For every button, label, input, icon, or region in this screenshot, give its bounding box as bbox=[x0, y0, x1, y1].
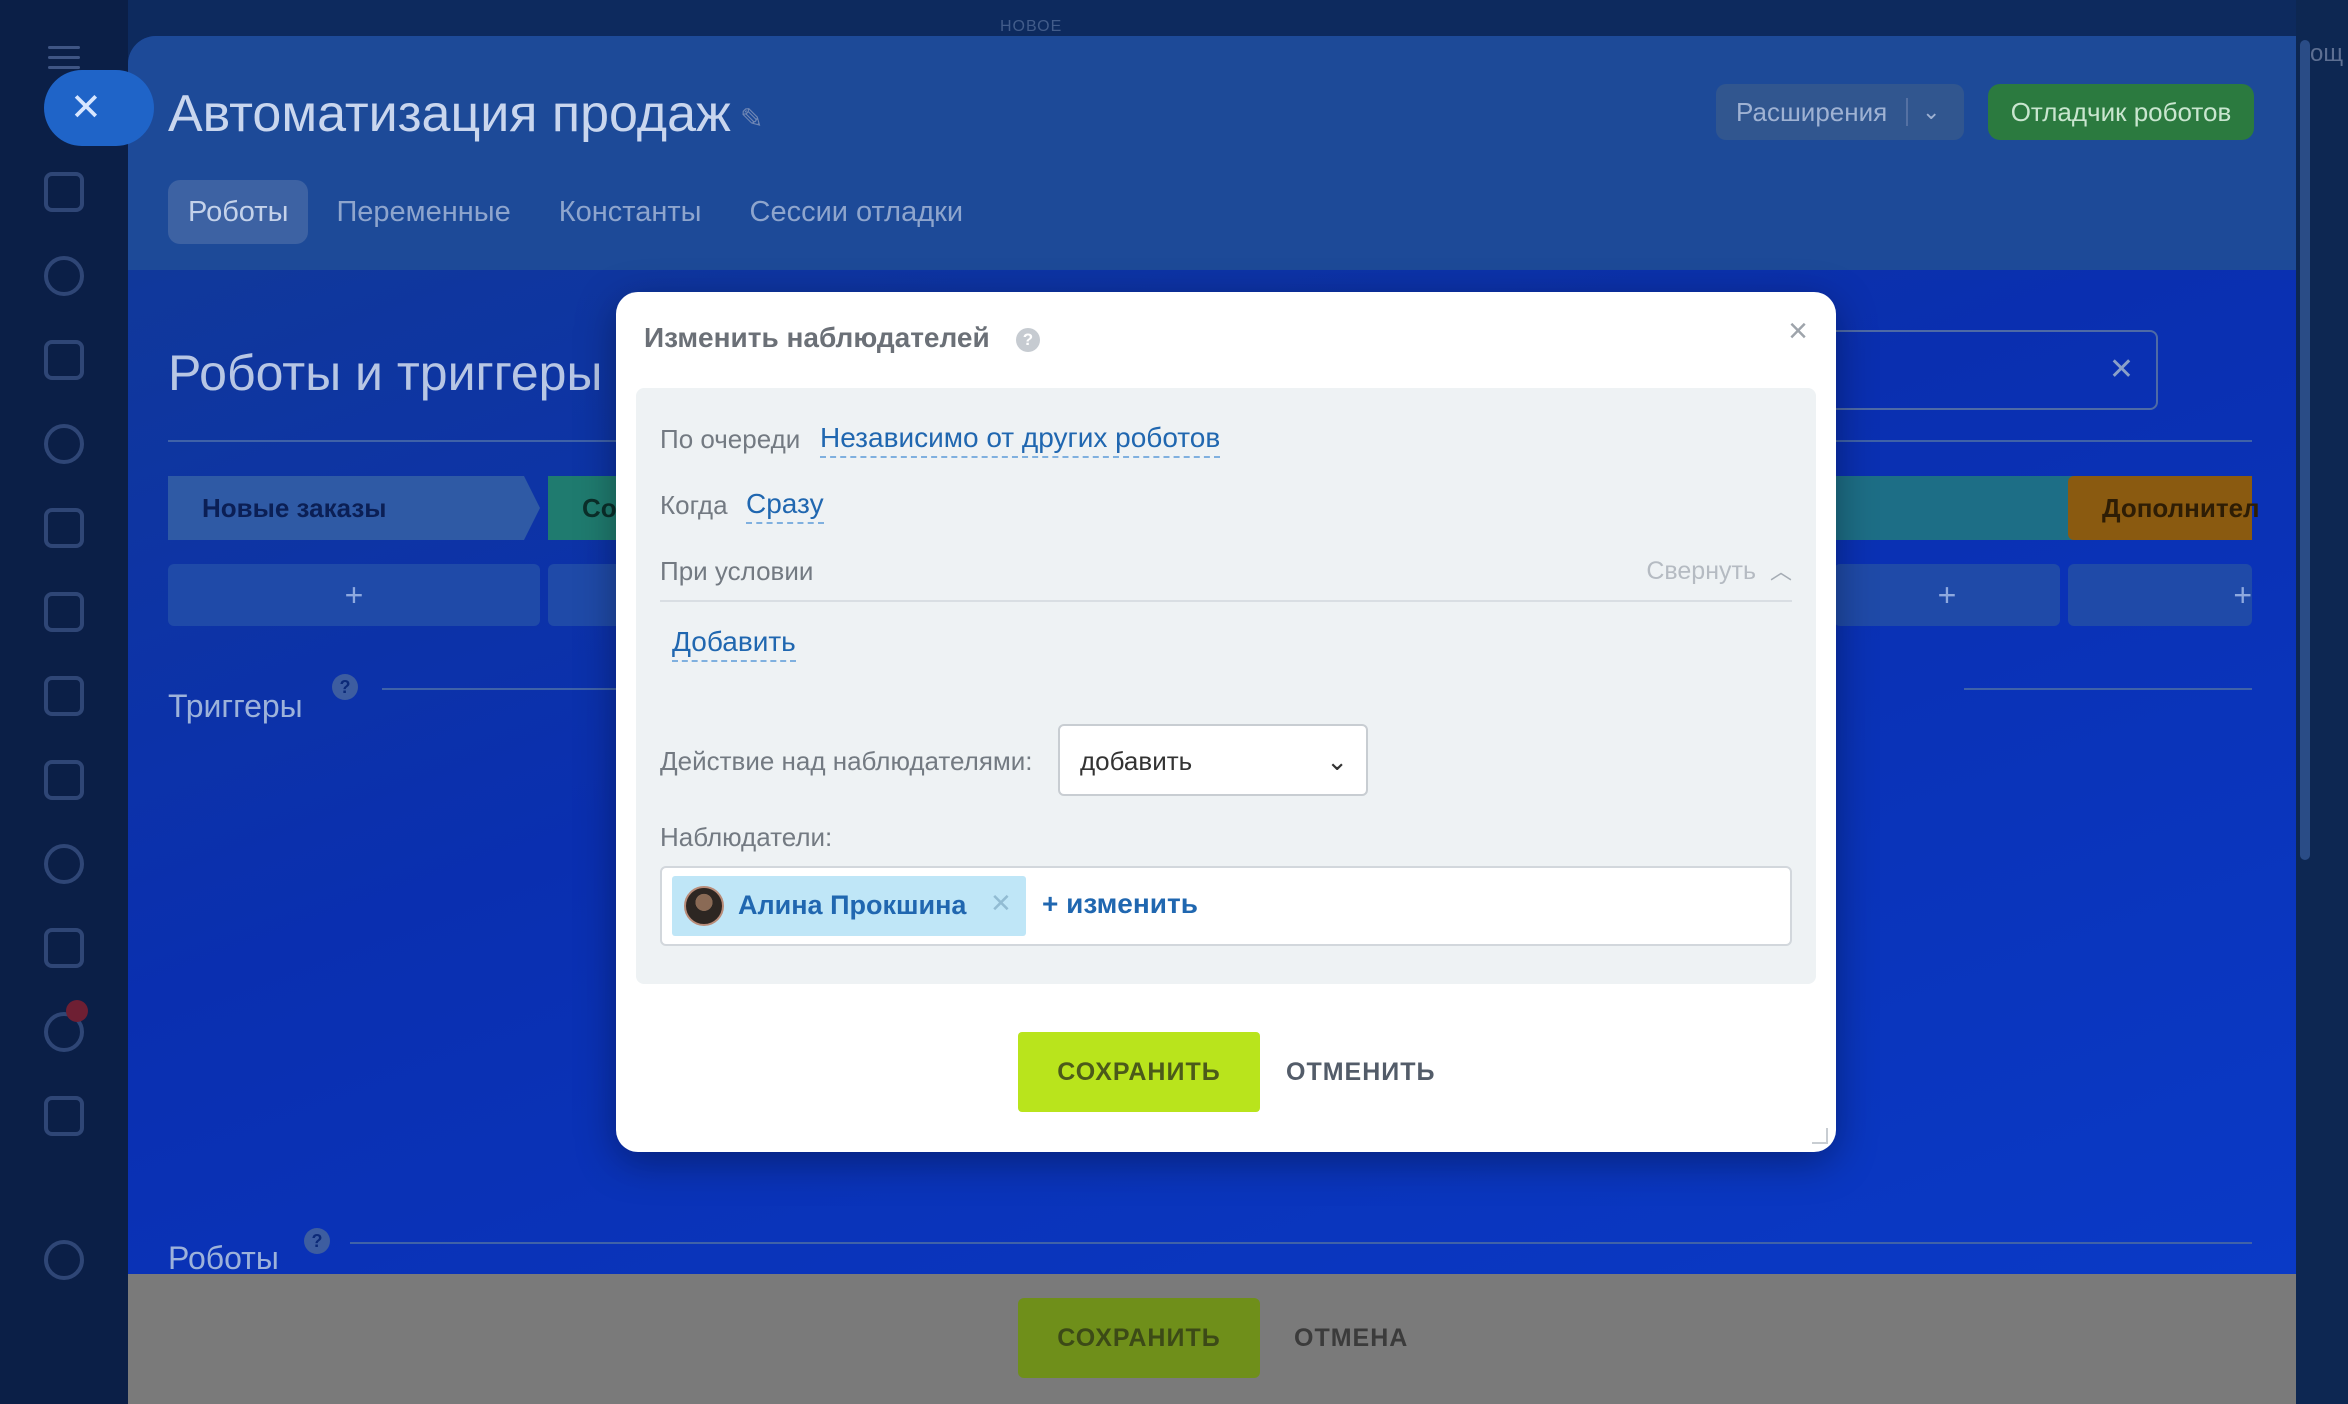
divider bbox=[1906, 98, 1908, 126]
help-icon[interactable]: ? bbox=[332, 674, 358, 700]
action-label: Действие над наблюдателями: bbox=[660, 746, 1033, 776]
tab-robots[interactable]: Роботы bbox=[168, 180, 309, 244]
extensions-button[interactable]: Расширения ⌄ bbox=[1716, 84, 1964, 140]
queue-label: По очереди bbox=[660, 424, 801, 454]
dialog-title: Изменить наблюдателей bbox=[644, 322, 990, 353]
panel-header: Автоматизация продаж ✎ Расширения ⌄ Отла… bbox=[128, 36, 2296, 270]
search-input[interactable]: ✕ bbox=[1828, 330, 2158, 410]
add-trigger-button[interactable]: + bbox=[168, 564, 540, 626]
home-icon[interactable] bbox=[44, 172, 84, 212]
triggers-heading: Триггеры bbox=[168, 688, 303, 724]
avatar bbox=[684, 886, 724, 926]
background-text: ощ bbox=[2310, 40, 2344, 67]
action-select[interactable]: добавить ⌄ bbox=[1058, 724, 1368, 796]
cancel-button[interactable]: ОТМЕНА bbox=[1294, 1298, 1408, 1378]
users-icon[interactable] bbox=[44, 844, 84, 884]
close-icon[interactable]: ✕ bbox=[44, 70, 154, 146]
action-select-value: добавить bbox=[1080, 746, 1193, 776]
add-trigger-button[interactable]: + bbox=[1834, 564, 2060, 626]
add-trigger-button[interactable]: + bbox=[2068, 564, 2252, 626]
tabs: Роботы Переменные Константы Сессии отлад… bbox=[168, 180, 983, 244]
chevron-up-icon: ︿ bbox=[1769, 559, 1792, 584]
tab-constants[interactable]: Константы bbox=[539, 180, 722, 244]
drive-icon[interactable] bbox=[44, 676, 84, 716]
crm-icon[interactable] bbox=[44, 256, 84, 296]
clear-icon[interactable]: ✕ bbox=[2109, 352, 2134, 387]
collapse-label: Свернуть bbox=[1646, 557, 1756, 585]
help-icon[interactable]: ? bbox=[304, 1228, 330, 1254]
observers-field[interactable]: Алина Прокшина ✕ + изменить bbox=[660, 866, 1792, 946]
observer-chip: Алина Прокшина ✕ bbox=[672, 876, 1026, 936]
when-label: Когда bbox=[660, 490, 728, 520]
document-icon[interactable] bbox=[44, 592, 84, 632]
chevron-down-icon: ⌄ bbox=[1326, 746, 1348, 776]
cancel-button[interactable]: ОТМЕНИТЬ bbox=[1286, 1032, 1435, 1112]
observer-name[interactable]: Алина Прокшина bbox=[738, 890, 966, 921]
queue-link[interactable]: Независимо от других роботов bbox=[820, 422, 1221, 458]
close-icon[interactable]: × bbox=[1788, 312, 1808, 351]
save-button[interactable]: СОХРАНИТЬ bbox=[1018, 1032, 1260, 1112]
chat-icon[interactable] bbox=[44, 424, 84, 464]
stage-additional[interactable]: Дополнител bbox=[2068, 476, 2260, 540]
chevron-down-icon[interactable]: ⌄ bbox=[1922, 84, 1940, 140]
robots-heading: Роботы bbox=[168, 1240, 279, 1276]
extensions-label: Расширения bbox=[1736, 97, 1888, 127]
help-icon[interactable]: ? bbox=[1016, 328, 1040, 352]
section-title: Роботы и триггеры bbox=[168, 345, 603, 401]
left-navigation bbox=[0, 0, 128, 1404]
resize-handle-icon[interactable] bbox=[1812, 1128, 1828, 1144]
page-title: Автоматизация продаж bbox=[168, 85, 731, 143]
edit-icon[interactable] bbox=[44, 928, 84, 968]
feed-icon[interactable] bbox=[44, 340, 84, 380]
stage-new-orders[interactable]: Новые заказы bbox=[168, 476, 540, 540]
mail-icon[interactable] bbox=[44, 760, 84, 800]
right-strip: ощ bbox=[2296, 0, 2348, 1404]
change-observers-dialog: Изменить наблюдателей ? × По очереди Нез… bbox=[616, 292, 1836, 1152]
condition-label: При условии bbox=[660, 556, 814, 586]
add-condition-link[interactable]: Добавить bbox=[672, 626, 796, 662]
new-label: НОВОЕ bbox=[1000, 18, 1063, 35]
remove-icon[interactable]: ✕ bbox=[990, 888, 1012, 919]
robot-debugger-button[interactable]: Отладчик роботов bbox=[1988, 84, 2254, 140]
scrollbar[interactable] bbox=[2300, 40, 2310, 860]
divider bbox=[1964, 688, 2252, 690]
tasks-icon[interactable] bbox=[44, 1096, 84, 1136]
dialog-body: По очереди Независимо от других роботов … bbox=[636, 388, 1816, 984]
divider bbox=[660, 600, 1792, 602]
when-link[interactable]: Сразу bbox=[746, 488, 824, 524]
calendar-icon[interactable] bbox=[44, 508, 84, 548]
divider bbox=[350, 1242, 2252, 1244]
pin-icon[interactable]: ✎ bbox=[740, 102, 770, 134]
footer-bar: СОХРАНИТЬ ОТМЕНА bbox=[128, 1274, 2296, 1404]
observers-label: Наблюдатели: bbox=[660, 822, 833, 852]
save-button[interactable]: СОХРАНИТЬ bbox=[1018, 1298, 1260, 1378]
tab-debug-sessions[interactable]: Сессии отладки bbox=[730, 180, 984, 244]
collapse-toggle[interactable]: Свернуть ︿ bbox=[1646, 554, 1792, 586]
menu-icon[interactable] bbox=[48, 46, 80, 70]
notification-badge bbox=[66, 1000, 88, 1022]
tab-variables[interactable]: Переменные bbox=[316, 180, 530, 244]
change-observers-link[interactable]: + изменить bbox=[1042, 888, 1198, 920]
settings-icon[interactable] bbox=[44, 1240, 84, 1280]
